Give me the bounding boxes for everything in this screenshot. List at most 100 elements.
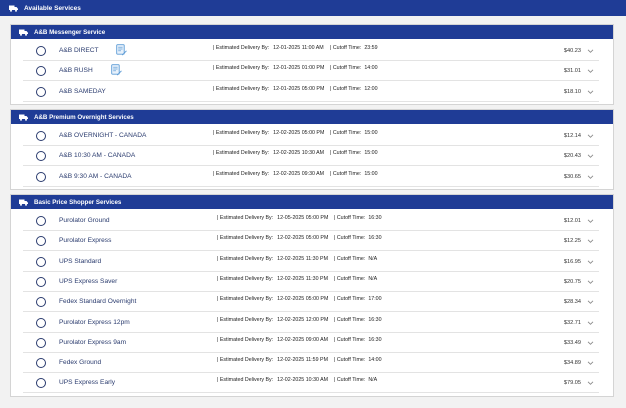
chevron-down-icon[interactable]: [587, 340, 594, 346]
page-title: Available Services: [24, 4, 81, 12]
service-radio[interactable]: [36, 317, 46, 328]
estimated-delivery-label: | Estimated Delivery By:: [217, 235, 274, 242]
service-radio[interactable]: [36, 276, 46, 287]
service-row[interactable]: A&B 10:30 AM - CANADA | Estimated Deliver…: [23, 146, 599, 167]
estimated-delivery-value: 12-02-2025 11:30 PM: [277, 275, 328, 282]
chevron-down-icon[interactable]: [587, 320, 594, 326]
service-name: Purolator Express 12pm: [59, 318, 130, 326]
cutoff-time-label: | Cutoff Time:: [330, 130, 362, 136]
service-name: A&B DIRECT: [59, 47, 99, 54]
service-radio[interactable]: [36, 297, 46, 308]
estimated-delivery: | Estimated Delivery By: 12-02-2025 05:00…: [217, 296, 328, 302]
service-row[interactable]: Purolator Express 12pm | Estimated Delive…: [23, 313, 599, 333]
chevron-down-icon[interactable]: [587, 279, 594, 285]
cutoff-time: | Cutoff Time: 23:59: [330, 45, 378, 51]
chevron-down-icon[interactable]: [587, 133, 594, 139]
cutoff-time-value: 16:30: [368, 336, 382, 343]
service-radio[interactable]: [36, 378, 46, 389]
group-title: Basic Price Shopper Services: [34, 198, 122, 206]
chevron-down-icon[interactable]: [587, 68, 594, 74]
cutoff-time: | Cutoff Time: 16:30: [334, 317, 382, 323]
service-row[interactable]: Fedex Ground | Estimated Delivery By: 12-0…: [23, 353, 599, 374]
service-price: $34.89: [563, 360, 581, 367]
estimated-delivery-value: 12-02-2025 05:00 PM: [273, 130, 325, 136]
estimated-delivery: | Estimated Delivery By: 12-02-2025 11:59…: [217, 357, 328, 363]
service-radio[interactable]: [36, 256, 46, 267]
chevron-down-icon[interactable]: [587, 238, 594, 244]
chevron-down-icon[interactable]: [587, 89, 594, 95]
service-name: UPS Standard: [59, 257, 102, 265]
cutoff-time-value: 16:30: [368, 316, 382, 323]
service-price: $12.25: [563, 238, 581, 245]
chevron-down-icon[interactable]: [587, 360, 594, 366]
cutoff-time: | Cutoff Time: N/A: [334, 276, 377, 282]
chevron-down-icon[interactable]: [587, 48, 594, 54]
service-radio[interactable]: [36, 46, 46, 56]
cutoff-time-label: | Cutoff Time:: [330, 65, 362, 72]
service-radio[interactable]: [36, 86, 46, 97]
service-row[interactable]: A&B RUSH | Estimated Delivery By: 12-01-20…: [23, 61, 599, 82]
cutoff-time-label: | Cutoff Time:: [330, 170, 362, 177]
service-group: A&B Premium Overnight Services A&B OVERNI…: [10, 109, 614, 190]
service-name: UPS Express Saver: [59, 277, 118, 285]
chevron-down-icon[interactable]: [587, 259, 594, 265]
service-radio[interactable]: [36, 236, 46, 247]
service-radio[interactable]: [36, 337, 46, 348]
cutoff-time-value: N/A: [368, 255, 378, 262]
estimated-delivery: | Estimated Delivery By: 12-05-2025 05:00…: [217, 215, 328, 221]
service-name: Fedex Standard Overnight: [59, 298, 137, 306]
chevron-down-icon[interactable]: [587, 153, 594, 159]
estimated-delivery-label: | Estimated Delivery By:: [213, 130, 270, 136]
estimated-delivery-label: | Estimated Delivery By:: [217, 357, 274, 364]
service-row[interactable]: Purolator Ground | Estimated Delivery By:…: [23, 211, 599, 231]
service-row[interactable]: Purolator Express | Estimated Delivery By…: [23, 231, 599, 252]
note-edit-icon[interactable]: [111, 64, 122, 76]
service-row[interactable]: Fedex Standard Overnight | Estimated Deli…: [23, 292, 599, 313]
estimated-delivery: | Estimated Delivery By: 12-01-2025 11:00…: [213, 45, 324, 51]
service-radio[interactable]: [36, 216, 46, 226]
chevron-down-icon[interactable]: [587, 218, 594, 224]
chevron-down-icon[interactable]: [587, 174, 594, 180]
estimated-delivery-value: 12-02-2025 09:00 AM: [277, 336, 329, 343]
estimated-delivery-value: 12-02-2025 11:30 PM: [277, 255, 328, 262]
cutoff-time: | Cutoff Time: 14:00: [334, 357, 382, 363]
service-row[interactable]: UPS Standard | Estimated Delivery By: 12-0…: [23, 252, 599, 272]
estimated-delivery: | Estimated Delivery By: 12-02-2025 10:30…: [213, 150, 324, 156]
service-price: $32.71: [563, 319, 581, 326]
service-radio[interactable]: [36, 171, 46, 182]
service-row[interactable]: Purolator Express 9am | Estimated Deliver…: [23, 333, 599, 353]
cutoff-time-value: 15:00: [364, 150, 378, 157]
service-price: $20.43: [563, 153, 581, 160]
service-row[interactable]: UPS Express Saver | Estimated Delivery By…: [23, 272, 599, 292]
estimated-delivery-value: 12-01-2025 05:00 PM: [273, 85, 325, 92]
service-row[interactable]: A&B 9:30 AM - CANADA | Estimated Delivery…: [23, 167, 599, 187]
cutoff-time-value: 15:00: [364, 130, 378, 136]
service-name: UPS Express Early: [59, 379, 116, 387]
service-radio[interactable]: [36, 151, 46, 162]
service-row[interactable]: A&B OVERNIGHT - CANADA | Estimated Delive…: [23, 126, 599, 146]
service-radio[interactable]: [36, 66, 46, 77]
cutoff-time: | Cutoff Time: 15:00: [330, 150, 378, 156]
chevron-down-icon[interactable]: [587, 380, 594, 386]
note-edit-icon[interactable]: [116, 44, 127, 56]
estimated-delivery-value: 12-02-2025 10:30 AM: [273, 150, 325, 157]
service-name: A&B RUSH: [59, 67, 93, 75]
estimated-delivery-value: 12-05-2025 05:00 PM: [277, 215, 329, 221]
service-price: $12.14: [563, 133, 581, 139]
service-row[interactable]: UPS Express Early | Estimated Delivery By…: [23, 373, 599, 394]
cutoff-time: | Cutoff Time: 16:30: [334, 215, 382, 221]
service-row[interactable]: A&B DIRECT | Estimated Delivery By: 12-01-…: [23, 41, 599, 61]
estimated-delivery: | Estimated Delivery By: 12-02-2025 11:30…: [217, 276, 328, 282]
service-radio[interactable]: [36, 358, 46, 369]
service-price: $40.23: [563, 48, 581, 54]
cutoff-time-value: 12:00: [364, 85, 378, 92]
chevron-down-icon[interactable]: [587, 299, 594, 305]
estimated-delivery-label: | Estimated Delivery By:: [217, 377, 274, 384]
service-radio[interactable]: [36, 131, 46, 141]
service-name: A&B SAMEDAY: [59, 87, 106, 95]
estimated-delivery-label: | Estimated Delivery By:: [213, 85, 270, 92]
cutoff-time-value: 14:00: [368, 357, 382, 364]
truck-icon: [19, 199, 28, 206]
cutoff-time: | Cutoff Time: 15:00: [330, 130, 378, 136]
service-row[interactable]: A&B SAMEDAY | Estimated Delivery By: 12-01…: [23, 82, 599, 102]
